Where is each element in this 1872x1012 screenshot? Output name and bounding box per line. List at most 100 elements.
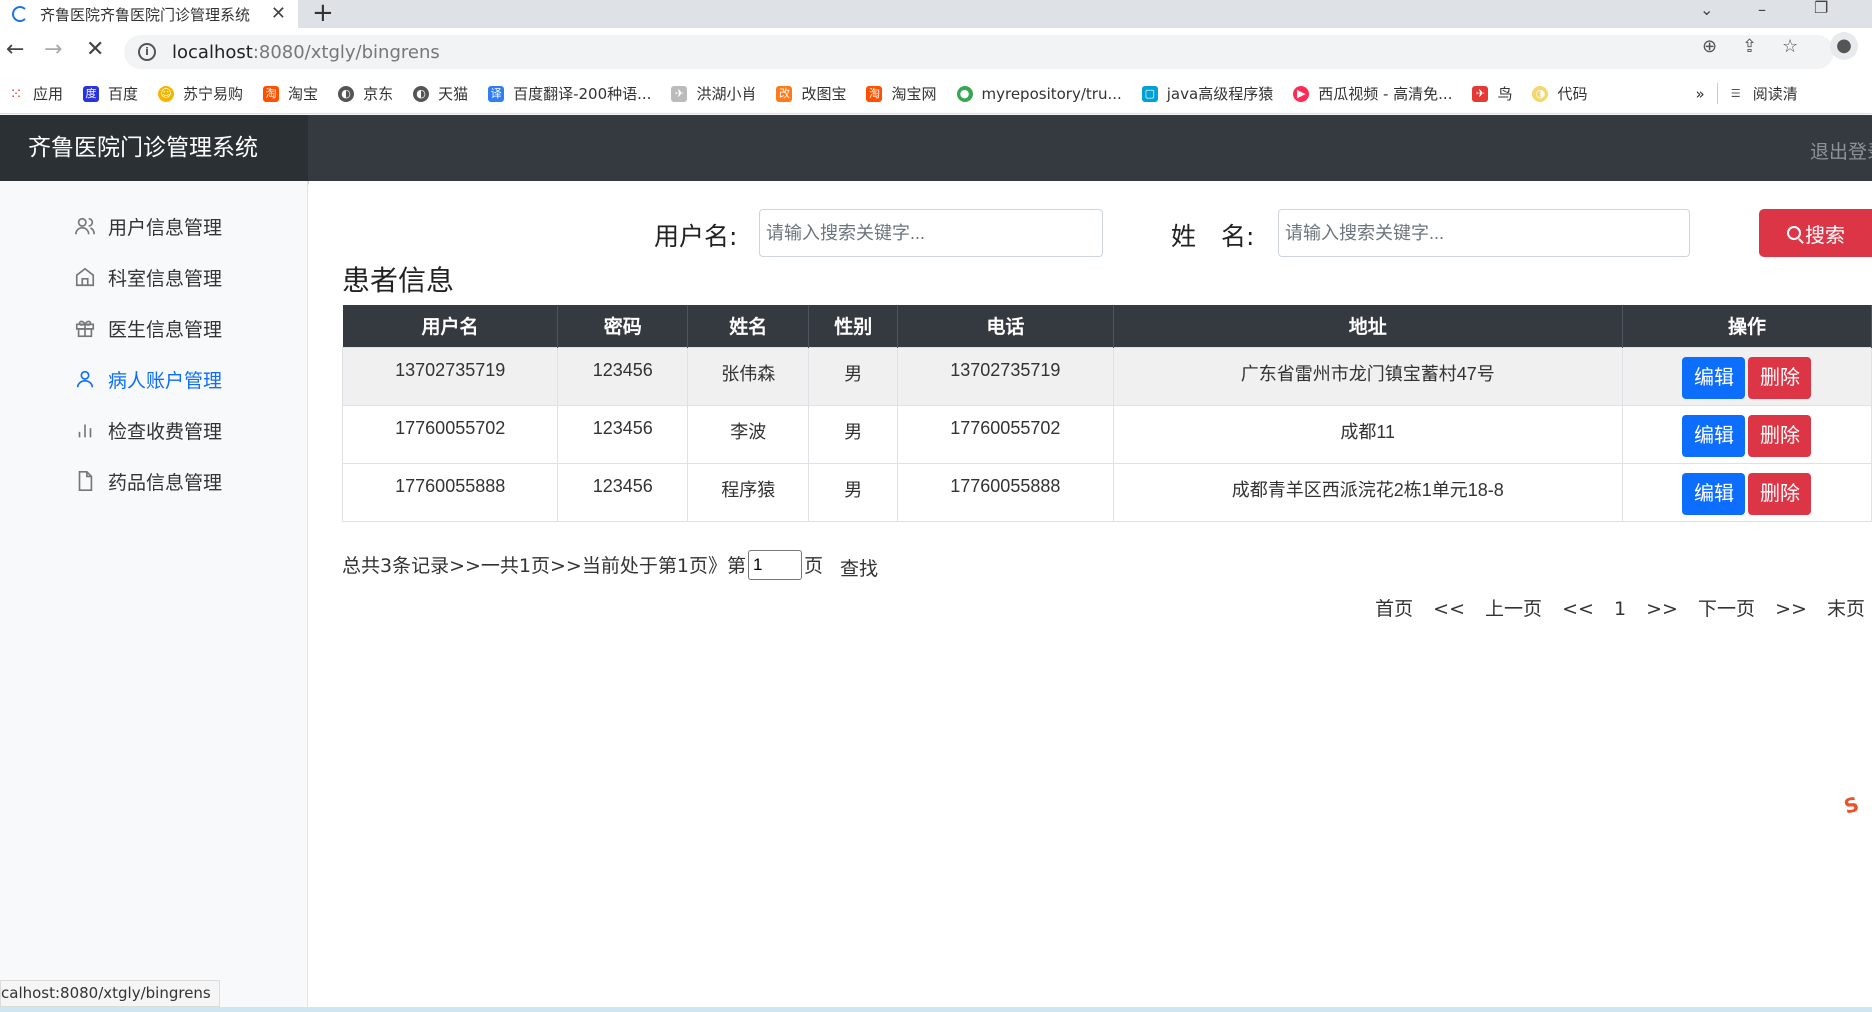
table-row[interactable]: 13702735719 123456 张伟森 男 13702735719 广东省… (341, 346, 1872, 406)
home-icon (75, 267, 95, 287)
delete-button[interactable]: 删除 (1748, 414, 1812, 457)
column-header[interactable]: 电话 (897, 305, 1114, 347)
sidebar-item-label: 科室信息管理 (108, 267, 223, 290)
bookmark-item[interactable]: ◐ 京东 (338, 83, 393, 104)
reading-list-item[interactable]: ☰ 阅读清 (1716, 83, 1798, 104)
cell-username: 17760055702 (341, 404, 559, 464)
search-icon (1787, 226, 1801, 240)
bookmark-star-icon[interactable]: ☆ (1782, 36, 1798, 57)
cell-name: 张伟森 (687, 346, 810, 406)
window-bottom-edge (0, 1007, 1872, 1012)
app-header: 齐鲁医院门诊管理系统 退出登录 (0, 115, 1872, 181)
loading-spinner-icon (12, 6, 28, 22)
gift-icon (75, 320, 95, 338)
pagination-summary-text: 总共3条记录>>一共1页>>当前处于第1页》第 (342, 555, 746, 577)
name-search-input[interactable] (1278, 209, 1690, 257)
find-page-button[interactable]: 查找 (840, 554, 878, 581)
tab-search-chevron-icon[interactable]: ⌄ (1700, 0, 1713, 19)
bookmark-item[interactable]: 淘淘宝 (263, 83, 318, 104)
share-icon[interactable]: ⇪ (1742, 36, 1757, 57)
pagination-separator: >> (1775, 598, 1807, 620)
globe-icon: ◐ (338, 85, 355, 102)
patients-table: 用户名 密码 姓名 性别 电话 地址 操作 13702735719 123456… (341, 305, 1872, 522)
table-row[interactable]: 17760055702 123456 李波 男 17760055702 成都11… (341, 404, 1872, 464)
profile-avatar-icon[interactable]: ● (1830, 32, 1858, 60)
column-header[interactable]: 密码 (557, 305, 689, 347)
bookmark-item[interactable]: 淘淘宝网 (866, 83, 937, 104)
username-search-input[interactable] (759, 209, 1103, 257)
sidebar-item-departments[interactable]: 科室信息管理 (74, 262, 222, 292)
edit-button[interactable]: 编辑 (1682, 472, 1746, 515)
person-icon (76, 370, 94, 388)
prev-page-link[interactable]: 上一页 (1485, 598, 1542, 620)
table-header-row: 用户名 密码 姓名 性别 电话 地址 操作 (342, 305, 1872, 347)
pagination-separator: >> (1646, 598, 1678, 620)
delete-button[interactable]: 删除 (1748, 472, 1812, 515)
edit-button[interactable]: 编辑 (1682, 414, 1746, 457)
logout-link[interactable]: 退出登录 (1810, 137, 1872, 164)
sidebar-item-users[interactable]: 用户信息管理 (74, 211, 222, 241)
app-brand[interactable]: 齐鲁医院门诊管理系统 (0, 115, 308, 181)
delete-button[interactable]: 删除 (1748, 356, 1812, 399)
sidebar-item-doctors[interactable]: 医生信息管理 (74, 313, 222, 343)
more-bookmarks-icon[interactable]: » (1696, 85, 1705, 103)
table-row[interactable]: 17760055888 123456 程序猿 男 17760055888 成都青… (341, 462, 1872, 522)
sidebar-item-label: 用户信息管理 (108, 216, 223, 239)
edit-button[interactable]: 编辑 (1682, 356, 1746, 399)
restore-icon[interactable]: ❐ (1814, 0, 1828, 17)
cell-phone: 13702735719 (897, 346, 1114, 406)
current-page-link[interactable]: 1 (1614, 598, 1626, 620)
search-button[interactable]: 搜索 (1759, 209, 1872, 257)
cell-address: 成都青羊区西派浣花2栋1单元18-8 (1112, 462, 1623, 522)
first-page-link[interactable]: 首页 (1375, 598, 1413, 620)
name-search-label: 姓 名: (1171, 222, 1255, 251)
bookmark-item[interactable]: 译百度翻译-200种语... (488, 83, 651, 104)
page-number-input[interactable] (747, 549, 802, 580)
sidebar-item-medicine[interactable]: 药品信息管理 (74, 466, 222, 496)
main-content: 用户名: 姓 名: 搜索 患者信息 用户名 密码 姓名 性别 电话 地址 操作 … (309, 181, 1872, 1012)
browser-status-url: calhost:8080/xtgly/bingrens (0, 980, 220, 1007)
site-info-icon[interactable]: i (138, 43, 156, 61)
bilibili-icon: ▢ (1141, 85, 1158, 102)
browser-tab[interactable]: 齐鲁医院齐鲁医院门诊管理系统 ✕ (0, 0, 298, 28)
column-header[interactable]: 姓名 (687, 305, 810, 347)
column-header[interactable]: 性别 (808, 305, 899, 347)
column-header[interactable]: 地址 (1113, 305, 1623, 347)
forward-arrow-icon[interactable]: → (44, 37, 62, 62)
sidebar-item-billing[interactable]: 检查收费管理 (74, 415, 222, 445)
bookmark-item[interactable]: ▢ java高级程序猿 (1141, 83, 1273, 104)
bird-icon: ✈ (671, 85, 688, 102)
taobao-icon: 淘 (263, 85, 280, 102)
cell-actions: 编辑 删除 (1621, 346, 1872, 406)
cell-username: 13702735719 (341, 346, 559, 406)
cell-password: 123456 (557, 404, 689, 464)
bookmark-item[interactable]: 度百度 (83, 83, 138, 104)
moon-icon: ◑ (1532, 85, 1549, 102)
zoom-icon[interactable]: ⊕ (1702, 36, 1717, 57)
column-header[interactable]: 用户名 (342, 305, 559, 347)
bookmark-item[interactable]: ◐ 天猫 (413, 83, 468, 104)
new-tab-icon[interactable]: + (312, 0, 334, 28)
chrome-icon: ● (956, 85, 973, 102)
stop-loading-icon[interactable]: ✕ (86, 37, 104, 62)
bookmark-item[interactable]: ✈ 鸟 (1472, 83, 1512, 104)
next-page-link[interactable]: 下一页 (1698, 598, 1755, 620)
bookmark-item[interactable]: ◑ 代码 (1532, 83, 1588, 104)
sidebar-item-label: 医生信息管理 (108, 318, 223, 341)
bookmarks-bar: ⁙ 应用 度百度 ☺ 苏宁易购 淘淘宝 ◐ 京东 ◐ 天猫 译百度翻译-200种语...… (0, 74, 1872, 114)
bookmark-item[interactable]: ✈ 洪湖小肖 (671, 83, 756, 104)
address-bar[interactable]: i localhost:8080/xtgly/bingrens (124, 35, 1834, 69)
bookmark-item[interactable]: 改改图宝 (776, 83, 846, 104)
column-header[interactable]: 操作 (1622, 305, 1872, 347)
close-tab-icon[interactable]: ✕ (271, 3, 286, 24)
cell-actions: 编辑 删除 (1621, 462, 1872, 522)
sidebar-item-patients[interactable]: 病人账户管理 (74, 364, 222, 394)
bookmark-item[interactable]: ● myrepository/tru... (956, 85, 1122, 103)
minimize-icon[interactable]: – (1758, 0, 1766, 19)
back-arrow-icon[interactable]: ← (6, 37, 24, 62)
bookmark-item[interactable]: ▶ 西瓜视频 - 高清免... (1293, 83, 1452, 104)
xigua-icon: ▶ (1293, 85, 1310, 102)
last-page-link[interactable]: 末页 (1827, 598, 1865, 620)
bookmark-item[interactable]: ⁙ 应用 (8, 83, 63, 104)
bookmark-item[interactable]: ☺ 苏宁易购 (158, 83, 243, 104)
